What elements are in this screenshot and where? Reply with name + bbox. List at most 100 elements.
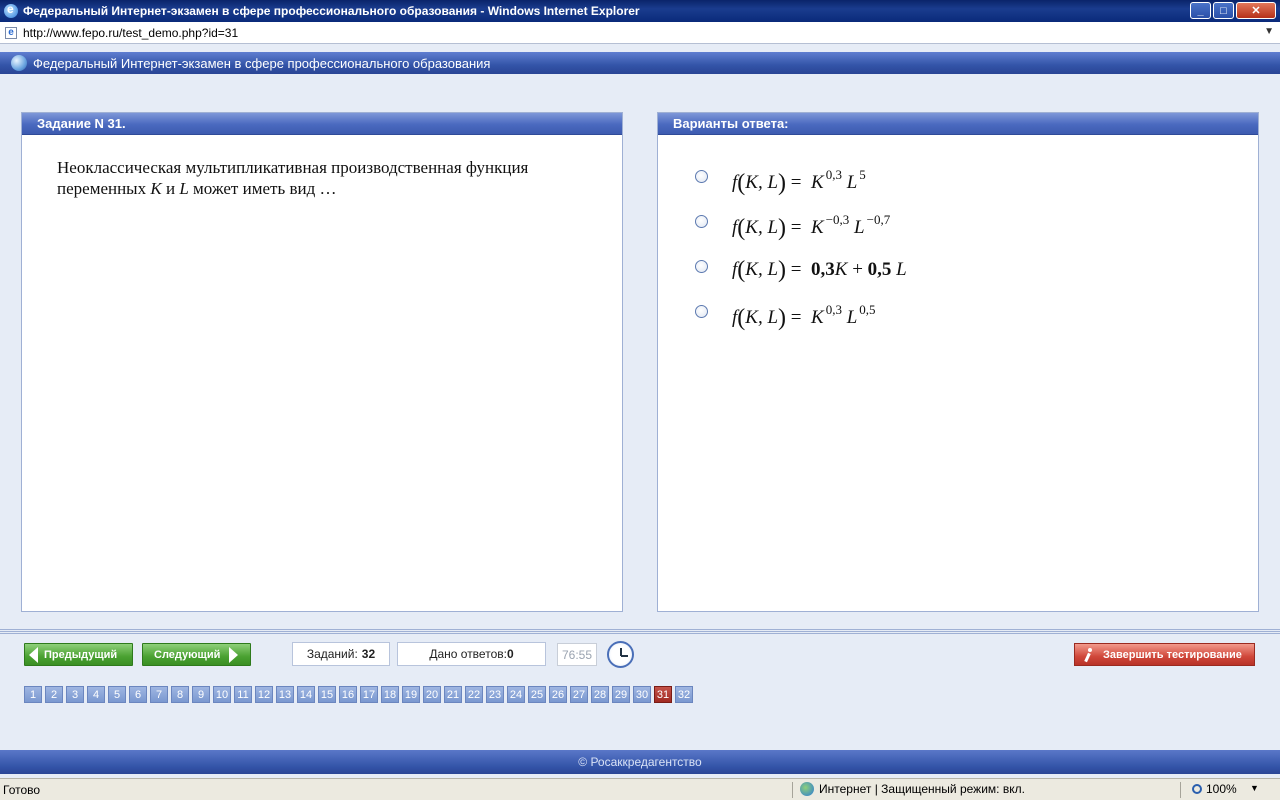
page-number-button[interactable]: 32 <box>675 686 693 703</box>
window-controls: _ □ ✕ <box>1190 2 1276 19</box>
page-number-button[interactable]: 31 <box>654 686 672 703</box>
answer-formula-1: f(K, L) = K 0,3 L5 <box>732 167 866 196</box>
divider <box>0 629 1280 634</box>
window-title: Федеральный Интернет-экзамен в сфере про… <box>23 4 640 18</box>
answers-heading: Варианты ответа: <box>658 113 1258 135</box>
app-header: Федеральный Интернет-экзамен в сфере про… <box>0 52 1280 74</box>
clock-icon <box>607 641 634 668</box>
answered-label: Дано ответов: <box>429 647 507 661</box>
finish-label: Завершить тестирование <box>1103 648 1242 661</box>
page-number-button[interactable]: 4 <box>87 686 105 703</box>
page-number-button[interactable]: 23 <box>486 686 504 703</box>
globe-logo-icon <box>11 55 27 71</box>
internet-globe-icon <box>800 782 814 796</box>
answer-option-2[interactable]: f(K, L) = K −0,3 L −0,7 <box>658 208 1258 253</box>
close-button[interactable]: ✕ <box>1236 2 1276 19</box>
footer: © Росаккредагентство <box>0 750 1280 774</box>
page-number-button[interactable]: 8 <box>171 686 189 703</box>
answers-panel: Варианты ответа: f(K, L) = K 0,3 L5 f(K, … <box>657 112 1259 612</box>
page-icon: e <box>5 26 17 39</box>
page-number-button[interactable]: 15 <box>318 686 336 703</box>
question-part2: может иметь вид … <box>188 179 337 198</box>
page-number-button[interactable]: 2 <box>45 686 63 703</box>
answer-formula-4: f(K, L) = K 0,3 L 0,5 <box>732 302 876 331</box>
question-var-l: L <box>179 179 189 198</box>
maximize-button[interactable]: □ <box>1213 2 1234 19</box>
page-number-button[interactable]: 6 <box>129 686 147 703</box>
page-navigation: 1 2 3 4 5 6 7 8 9 10 11 12 13 14 15 16 17 18 19 20 21 22 23 24 2… <box>24 686 693 703</box>
page-number-button[interactable]: 19 <box>402 686 420 703</box>
page-number-button[interactable]: 3 <box>66 686 84 703</box>
security-zone[interactable]: Интернет | Защищенный режим: вкл. <box>800 782 1025 796</box>
question-var-k: K <box>150 179 162 198</box>
runner-icon <box>1083 647 1097 662</box>
question-text: Неоклассическая мультипликативная произв… <box>57 157 597 199</box>
zone-text: Интернет | Защищенный режим: вкл. <box>819 782 1025 796</box>
answer-option-1[interactable]: f(K, L) = K 0,3 L5 <box>658 163 1258 208</box>
zoom-dropdown-icon[interactable]: ▼ <box>1250 783 1259 793</box>
address-dropdown-icon[interactable]: ▼ <box>1264 26 1274 37</box>
status-bar: Готово Интернет | Защищенный режим: вкл.… <box>0 778 1280 800</box>
page-number-button[interactable]: 29 <box>612 686 630 703</box>
answer-formula-2: f(K, L) = K −0,3 L −0,7 <box>732 212 891 241</box>
page-number-button[interactable]: 18 <box>381 686 399 703</box>
page-number-button[interactable]: 14 <box>297 686 315 703</box>
answer-option-3[interactable]: f(K, L) = 0,3K + 0,5 L <box>658 253 1258 298</box>
address-bar[interactable]: e http://www.fepo.ru/test_demo.php?id=31… <box>0 22 1280 44</box>
page-number-button[interactable]: 9 <box>192 686 210 703</box>
status-separator <box>1180 782 1181 798</box>
page-number-button[interactable]: 20 <box>423 686 441 703</box>
page-number-button[interactable]: 21 <box>444 686 462 703</box>
question-and: и <box>161 179 180 198</box>
page-number-button[interactable]: 1 <box>24 686 42 703</box>
zoom-icon <box>1192 784 1202 794</box>
page-number-button[interactable]: 30 <box>633 686 651 703</box>
answer-formula-3: f(K, L) = 0,3K + 0,5 L <box>732 257 907 283</box>
ie-icon <box>4 2 18 18</box>
answer-radio-4[interactable] <box>695 305 708 318</box>
page-number-button[interactable]: 28 <box>591 686 609 703</box>
minimize-button[interactable]: _ <box>1190 2 1211 19</box>
previous-label: Предыдущий <box>44 648 118 661</box>
arrow-left-icon <box>29 646 38 663</box>
answer-option-4[interactable]: f(K, L) = K 0,3 L 0,5 <box>658 298 1258 343</box>
page-number-button[interactable]: 10 <box>213 686 231 703</box>
answered-count-box: Дано ответов: 0 <box>397 642 546 666</box>
page-number-button[interactable]: 17 <box>360 686 378 703</box>
previous-button[interactable]: Предыдущий <box>24 643 133 666</box>
arrow-right-icon <box>229 646 239 663</box>
tasks-count-box: Заданий: 32 <box>292 642 390 666</box>
copyright-text: © Росаккредагентство <box>578 755 702 769</box>
page-number-button[interactable]: 7 <box>150 686 168 703</box>
answer-radio-2[interactable] <box>695 215 708 228</box>
page-number-button[interactable]: 16 <box>339 686 357 703</box>
answer-radio-1[interactable] <box>695 170 708 183</box>
app-title: Федеральный Интернет-экзамен в сфере про… <box>33 55 491 71</box>
tasks-value: 32 <box>361 647 376 661</box>
status-separator <box>792 782 793 798</box>
status-text: Готово <box>3 782 41 797</box>
next-label: Следующий <box>154 648 221 661</box>
tasks-label: Заданий: <box>306 647 358 661</box>
url-text[interactable]: http://www.fepo.ru/test_demo.php?id=31 <box>23 26 238 40</box>
answer-radio-3[interactable] <box>695 260 708 273</box>
answer-list: f(K, L) = K 0,3 L5 f(K, L) = K −0,3 L −0,7 … <box>658 163 1258 343</box>
page-number-button[interactable]: 26 <box>549 686 567 703</box>
answered-value: 0 <box>506 647 514 661</box>
zoom-level: 100% <box>1206 782 1237 796</box>
zoom-control[interactable]: 100% <box>1192 782 1237 796</box>
task-panel: Задание N 31. Неоклассическая мультиплик… <box>21 112 623 612</box>
page-number-button[interactable]: 22 <box>465 686 483 703</box>
page-number-button[interactable]: 11 <box>234 686 252 703</box>
task-heading: Задание N 31. <box>22 113 622 135</box>
page-number-button[interactable]: 13 <box>276 686 294 703</box>
finish-test-button[interactable]: Завершить тестирование <box>1074 643 1255 666</box>
next-button[interactable]: Следующий <box>142 643 251 666</box>
page-number-button[interactable]: 25 <box>528 686 546 703</box>
page-number-button[interactable]: 27 <box>570 686 588 703</box>
window-title-bar: Федеральный Интернет-экзамен в сфере про… <box>0 0 1280 22</box>
page-number-button[interactable]: 24 <box>507 686 525 703</box>
timer: 76:55 <box>557 643 597 666</box>
page-number-button[interactable]: 5 <box>108 686 126 703</box>
page-number-button[interactable]: 12 <box>255 686 273 703</box>
